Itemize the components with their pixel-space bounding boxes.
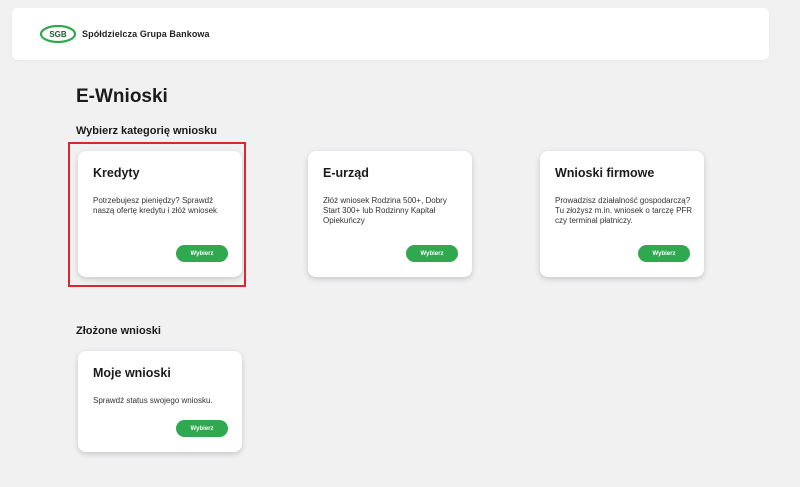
select-wnioski-firmowe-button[interactable]: Wybierz: [638, 245, 690, 262]
select-e-urzad-button[interactable]: Wybierz: [406, 245, 458, 262]
card-title: Moje wnioski: [93, 366, 171, 380]
bank-name: Spółdzielcza Grupa Bankowa: [82, 29, 210, 39]
sgb-logo[interactable]: SGB Spółdzielcza Grupa Bankowa: [40, 25, 210, 43]
card-wnioski-firmowe[interactable]: Wnioski firmowe Prowadzisz działalność g…: [540, 151, 704, 277]
card-title: Wnioski firmowe: [555, 166, 655, 180]
sgb-logo-icon: SGB: [40, 25, 76, 43]
card-kredyty[interactable]: Kredyty Potrzebujesz pieniędzy? Sprawdź …: [78, 151, 242, 277]
app-header: SGB Spółdzielcza Grupa Bankowa: [12, 8, 769, 60]
card-title: Kredyty: [93, 166, 140, 180]
card-description: Potrzebujesz pieniędzy? Sprawdź naszą of…: [93, 196, 218, 215]
page-title: E-Wnioski: [76, 86, 168, 107]
select-kredyty-button[interactable]: Wybierz: [176, 245, 228, 262]
card-e-urzad[interactable]: E-urząd Złóż wniosek Rodzina 500+, Dobry…: [308, 151, 472, 277]
card-description: Sprawdź status swojego wniosku.: [93, 396, 213, 405]
card-description: Prowadzisz działalność gospodarczą? Tu z…: [555, 196, 693, 225]
select-moje-wnioski-button[interactable]: Wybierz: [176, 420, 228, 437]
category-section-title: Wybierz kategorię wniosku: [76, 125, 218, 137]
card-moje-wnioski[interactable]: Moje wnioski Sprawdź status swojego wnio…: [78, 351, 242, 452]
logo-mark-text: SGB: [49, 30, 67, 39]
card-title: E-urząd: [323, 166, 369, 180]
card-description: Złóż wniosek Rodzina 500+, Dobry Start 3…: [323, 196, 447, 225]
submitted-section-title: Złożone wnioski: [76, 325, 161, 337]
